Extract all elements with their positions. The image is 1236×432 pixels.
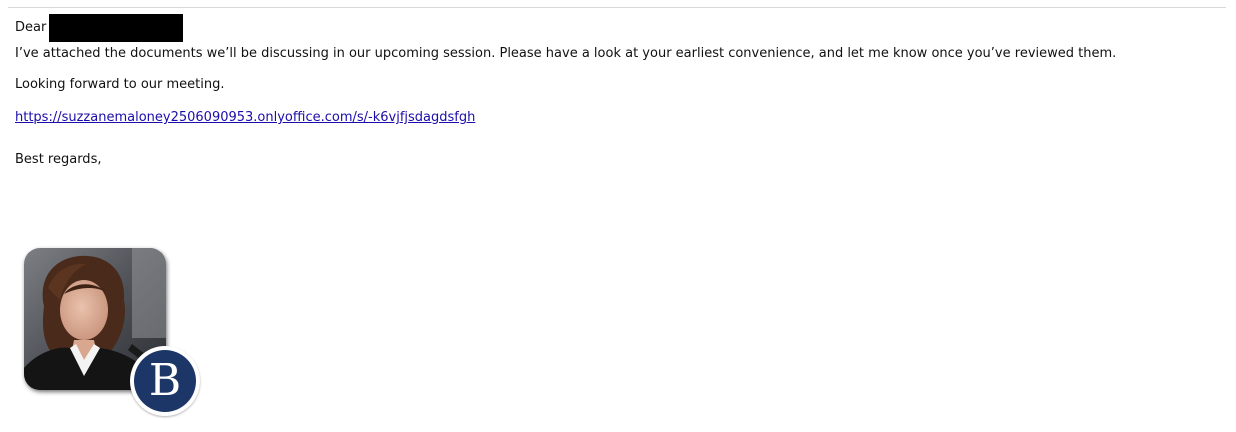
closing-text: Best regards, <box>15 152 102 167</box>
top-divider <box>8 7 1226 8</box>
organization-logo: B <box>130 346 200 416</box>
email-paragraph-1: I’ve attached the documents we’ll be dis… <box>15 46 1117 61</box>
greeting-text: Dear <box>15 19 47 35</box>
signature-block: B <box>24 248 202 416</box>
email-body: Dear I’ve attached the documents we’ll b… <box>15 14 1220 168</box>
logo-letter: B <box>134 350 196 412</box>
greeting-line: Dear <box>15 14 1220 42</box>
email-paragraph-2: Looking forward to our meeting. <box>15 77 225 92</box>
document-link[interactable]: https://suzzanemaloney2506090953.onlyoff… <box>15 110 1220 126</box>
redacted-recipient-name <box>49 14 184 42</box>
